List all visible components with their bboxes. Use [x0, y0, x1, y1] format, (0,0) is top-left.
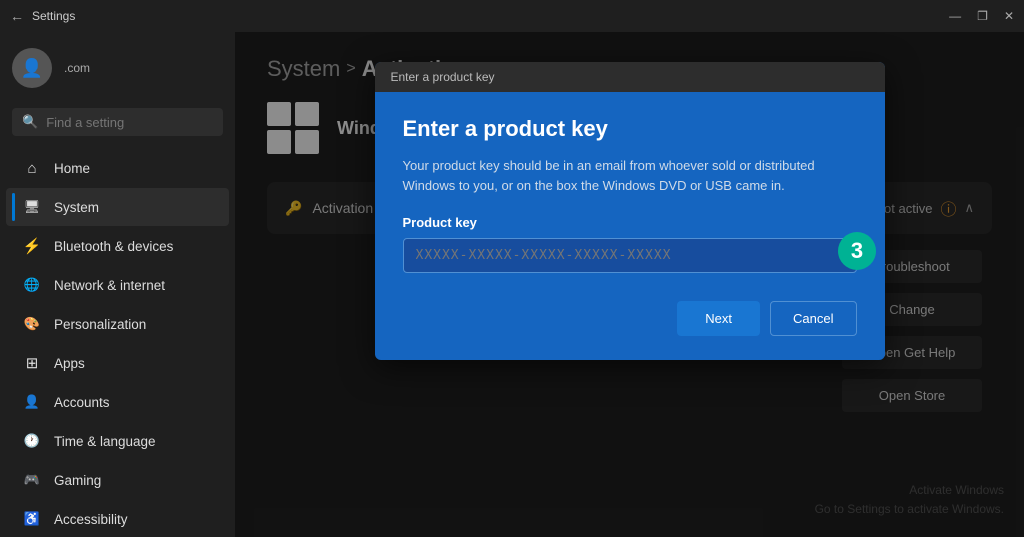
- product-key-label: Product key: [403, 215, 857, 230]
- back-button[interactable]: ←: [10, 8, 24, 24]
- sidebar-item-home[interactable]: Home: [6, 149, 229, 187]
- sidebar-item-accounts[interactable]: Accounts: [6, 383, 229, 421]
- avatar: 👤: [12, 48, 52, 88]
- sidebar-label-bluetooth: Bluetooth & devices: [54, 239, 173, 254]
- sidebar-item-gaming[interactable]: Gaming: [6, 461, 229, 499]
- network-icon: [22, 275, 42, 295]
- sidebar-label-home: Home: [54, 161, 90, 176]
- sidebar-item-bluetooth[interactable]: Bluetooth & devices: [6, 227, 229, 265]
- next-button[interactable]: Next: [677, 301, 760, 336]
- product-key-dialog: Enter a product key Enter a product key …: [375, 62, 885, 360]
- system-icon: [22, 197, 42, 217]
- sidebar-item-system[interactable]: System: [6, 188, 229, 226]
- bluetooth-icon: [22, 236, 42, 256]
- personalize-icon: [22, 314, 42, 334]
- gaming-icon: [22, 470, 42, 490]
- sidebar-item-time[interactable]: Time & language: [6, 422, 229, 460]
- accounts-icon: [22, 392, 42, 412]
- minimize-button[interactable]: —: [949, 9, 961, 23]
- main-layout: 👤 .com 🔍 Home System Bluetooth & devices…: [0, 32, 1024, 537]
- sidebar-label-system: System: [54, 200, 99, 215]
- dialog-overlay: Enter a product key Enter a product key …: [235, 32, 1024, 537]
- title-bar-left: ← Settings: [10, 8, 75, 24]
- sidebar-label-accessibility: Accessibility: [54, 512, 128, 527]
- time-icon: [22, 431, 42, 451]
- dialog-title: Enter a product key: [403, 116, 857, 142]
- cancel-button[interactable]: Cancel: [770, 301, 856, 336]
- user-section: 👤 .com: [0, 32, 235, 104]
- sidebar-label-network: Network & internet: [54, 278, 165, 293]
- sidebar-item-personalization[interactable]: Personalization: [6, 305, 229, 343]
- search-input[interactable]: [46, 115, 213, 130]
- search-icon: 🔍: [22, 114, 38, 130]
- close-button[interactable]: ✕: [1004, 9, 1014, 23]
- apps-icon: [22, 353, 42, 373]
- home-icon: [22, 158, 42, 178]
- search-box[interactable]: 🔍: [12, 108, 223, 136]
- sidebar-label-apps: Apps: [54, 356, 85, 371]
- sidebar: 👤 .com 🔍 Home System Bluetooth & devices…: [0, 32, 235, 537]
- sidebar-label-time: Time & language: [54, 434, 156, 449]
- app-title: Settings: [32, 9, 75, 23]
- sidebar-item-accessibility[interactable]: Accessibility: [6, 500, 229, 537]
- dialog-actions: Next Cancel: [403, 301, 857, 336]
- title-bar: ← Settings — ❐ ✕: [0, 0, 1024, 32]
- restore-button[interactable]: ❐: [977, 9, 988, 23]
- accessibility-icon: [22, 509, 42, 529]
- sidebar-item-apps[interactable]: Apps: [6, 344, 229, 382]
- sidebar-label-accounts: Accounts: [54, 395, 110, 410]
- content-area: System > Activation Windows 11 Pro 🔑 Act…: [235, 32, 1024, 537]
- window-controls: — ❐ ✕: [949, 9, 1014, 23]
- dialog-description: Your product key should be in an email f…: [403, 156, 857, 195]
- sidebar-label-gaming: Gaming: [54, 473, 101, 488]
- dialog-header-bar: Enter a product key: [375, 62, 885, 92]
- user-email: .com: [64, 61, 90, 75]
- dialog-header-label: Enter a product key: [391, 70, 495, 84]
- product-key-input[interactable]: [403, 238, 857, 273]
- sidebar-item-network[interactable]: Network & internet: [6, 266, 229, 304]
- dialog-body: Enter a product key Your product key sho…: [375, 92, 885, 360]
- sidebar-nav: Home System Bluetooth & devices Network …: [0, 148, 235, 537]
- sidebar-label-personalization: Personalization: [54, 317, 146, 332]
- step-badge: 3: [838, 232, 876, 270]
